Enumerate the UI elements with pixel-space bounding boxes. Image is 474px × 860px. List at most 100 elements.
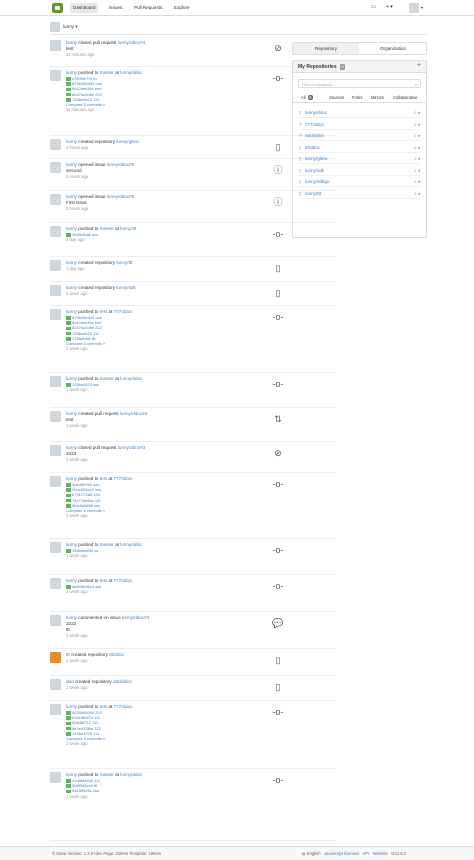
repo-list-item[interactable]: Y 777/ddoc 0 ★ (299, 121, 421, 130)
feed-target-link[interactable]: lunny/sdk (116, 285, 135, 290)
filter-sources[interactable]: Sources (329, 95, 344, 100)
feed-target-link[interactable]: lunny/ddoc#3 (118, 445, 145, 450)
filter-all[interactable]: All 8 (301, 95, 313, 100)
feed-avatar[interactable] (50, 615, 61, 626)
feed-avatar[interactable] (50, 70, 61, 81)
repo-list-item[interactable]: ▯ ttt/ddoc 0 ★ (299, 144, 421, 153)
feed-user-link[interactable]: lunny (66, 772, 77, 777)
feed-target-link[interactable]: lunny/ddoc#3 (122, 615, 149, 620)
feed-target-link[interactable]: lunny/ddoc#4 (120, 411, 147, 416)
user-avatar[interactable] (409, 3, 419, 13)
repo-list-item[interactable]: ▯ lunny/sdk 0 ★ (299, 167, 421, 176)
feed-target-link[interactable]: lunny/ttt (116, 260, 132, 265)
feed-branch-link[interactable]: test (100, 704, 107, 709)
feed-user-link[interactable]: lunny (66, 445, 77, 450)
feed-avatar[interactable] (50, 40, 61, 51)
feed-target-link[interactable]: lunny/ddoc (120, 542, 142, 547)
repo-list-item[interactable]: ▯ lunny/ddoc 0 ★ (299, 109, 421, 118)
nav-explore[interactable]: Explore (171, 3, 193, 13)
feed-target-link[interactable]: lunny/ddoc#6 (107, 162, 134, 167)
feed-avatar[interactable] (50, 260, 61, 271)
feed-user-link[interactable]: lunny (66, 162, 77, 167)
feed-user-link[interactable]: lunny (66, 309, 77, 314)
licenses-link[interactable]: Javascript licenses (324, 851, 359, 856)
create-plus-icon[interactable]: + ▾ (386, 4, 393, 10)
repo-name-link[interactable]: lunny/ddoc (305, 110, 327, 115)
feed-avatar[interactable] (50, 445, 61, 456)
repo-list-item[interactable]: ▯ lunny/gitea 0 ★ (299, 155, 421, 164)
feed-branch-link[interactable]: test (100, 309, 107, 314)
repo-name-link[interactable]: ddd/ddoc (305, 133, 324, 138)
feed-user-link[interactable]: lunny (66, 194, 77, 199)
notifications-icon[interactable]: ▭ (371, 4, 376, 10)
filter-forks[interactable]: Forks (352, 95, 362, 100)
feed-user-link[interactable]: lunny (66, 578, 77, 583)
feed-avatar[interactable] (50, 309, 61, 320)
feed-target-link[interactable]: lunny/ddoc (120, 772, 142, 777)
feed-avatar[interactable] (50, 772, 61, 783)
feed-user-link[interactable]: lunny (66, 615, 77, 620)
feed-branch-link[interactable]: test (100, 476, 107, 481)
feed-branch-link[interactable]: master (100, 226, 114, 231)
nav-pull-requests[interactable]: Pull Requests (131, 3, 165, 13)
filter-mirrors[interactable]: Mirrors (371, 95, 384, 100)
feed-avatar[interactable] (50, 542, 61, 553)
feed-avatar[interactable] (50, 162, 61, 173)
nav-issues[interactable]: Issues (106, 3, 125, 13)
feed-target-link[interactable]: 777/ddoc (114, 476, 133, 481)
feed-avatar[interactable] (50, 652, 61, 663)
feed-user-link[interactable]: lunny (66, 139, 77, 144)
repo-list-item[interactable]: Yddd/ddoc 0 ★ (299, 132, 421, 141)
feed-user-link[interactable]: lunny (66, 40, 77, 45)
feed-branch-link[interactable]: master (100, 376, 114, 381)
nav-dashboard[interactable]: Dashboard (70, 3, 99, 13)
feed-target-link[interactable]: 777/ddoc (114, 309, 133, 314)
feed-avatar[interactable] (50, 578, 61, 589)
repo-name-link[interactable]: lunny/ttt (305, 191, 321, 196)
repo-list-item[interactable]: ▯ lunny/ttt 0 ★ (299, 190, 421, 199)
commit-text[interactable]: 9a1f6f0e6c sss (72, 788, 99, 793)
feed-target-link[interactable]: ddd/ddoc (113, 679, 132, 684)
feed-user-link[interactable]: lunny (66, 226, 77, 231)
feed-avatar[interactable] (50, 285, 61, 296)
feed-user-link[interactable]: lunny (66, 260, 77, 265)
language-selector[interactable]: English (307, 851, 321, 856)
user-menu-caret-icon[interactable]: ▾ (421, 5, 423, 10)
feed-target-link[interactable]: lunny/gitea (116, 139, 138, 144)
feed-branch-link[interactable]: master (100, 772, 114, 777)
feed-target-link[interactable]: 777/ddoc (114, 704, 133, 709)
feed-avatar[interactable] (50, 226, 61, 237)
feed-user-link[interactable]: lunny (66, 285, 77, 290)
feed-branch-link[interactable]: test (100, 578, 107, 583)
feed-avatar[interactable] (50, 704, 61, 715)
feed-branch-link[interactable]: master (100, 542, 114, 547)
tab-repository[interactable]: Repository (293, 43, 359, 54)
feed-user-link[interactable]: lunny (66, 411, 77, 416)
feed-branch-link[interactable]: master (100, 70, 114, 75)
feed-avatar[interactable] (50, 411, 61, 422)
feed-target-link[interactable]: lunny/ddoc (120, 376, 142, 381)
feed-avatar[interactable] (50, 476, 61, 487)
feed-target-link[interactable]: ttt/ddoc (109, 652, 124, 657)
feed-target-link[interactable]: lunny/ddoc (120, 70, 142, 75)
repo-name-link[interactable]: 777/ddoc (305, 122, 324, 127)
feed-target-link[interactable]: 777/ddoc (114, 578, 133, 583)
feed-user-link[interactable]: lunny (66, 70, 77, 75)
feed-avatar[interactable] (50, 139, 61, 150)
website-link[interactable]: Website (373, 851, 388, 856)
feed-user-link[interactable]: ddd (66, 679, 74, 684)
feed-avatar[interactable] (50, 679, 61, 690)
repo-name-link[interactable]: ttt/ddoc (305, 145, 320, 150)
new-repo-plus-icon[interactable]: + (417, 62, 421, 69)
repo-list-item[interactable]: ▯ lunny/sdkgo 0 ★ (299, 178, 421, 187)
gitea-logo[interactable] (52, 3, 63, 13)
feed-user-link[interactable]: lunny (66, 476, 77, 481)
feed-avatar[interactable] (50, 376, 61, 387)
repo-name-link[interactable]: lunny/sdk (305, 168, 324, 173)
feed-target-link[interactable]: lunny/ttt (120, 226, 136, 231)
feed-user-link[interactable]: lunny (66, 376, 77, 381)
api-link[interactable]: API (362, 851, 369, 856)
feed-user-link[interactable]: lunny (66, 542, 77, 547)
feed-user-link[interactable]: ttt (66, 652, 70, 657)
repo-name-link[interactable]: lunny/gitea (305, 156, 327, 161)
